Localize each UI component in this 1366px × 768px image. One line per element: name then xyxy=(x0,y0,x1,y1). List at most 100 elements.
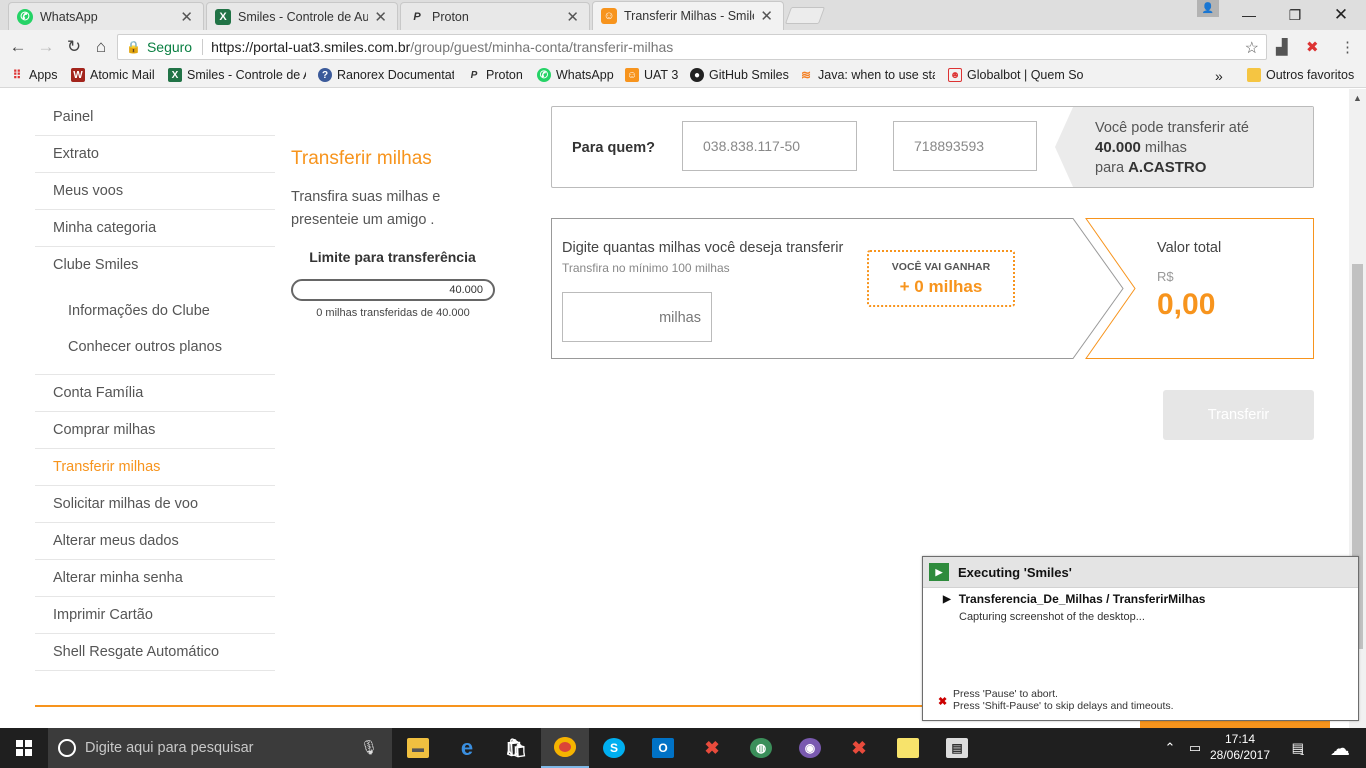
cpf-field[interactable]: 038.838.117-50 xyxy=(682,121,857,171)
sidebar-subitem-informacoes-clube[interactable]: Informações do Clube xyxy=(35,293,275,329)
close-window-button[interactable]: ✕ xyxy=(1318,0,1364,30)
bookmark-label: Proton xyxy=(486,68,523,82)
taskbar-sticky-notes[interactable] xyxy=(884,728,932,768)
scroll-up-icon[interactable]: ▲ xyxy=(1353,93,1362,103)
browser-toolbar: ← → ↻ ⌂ 🔒 Seguro https://portal-uat3.smi… xyxy=(0,30,1366,64)
sidebar-item-clube-smiles[interactable]: Clube Smiles xyxy=(35,247,275,284)
taskbar-file-explorer[interactable]: ▬ xyxy=(394,728,442,768)
tab-title: Proton xyxy=(432,9,469,24)
onedrive-icon[interactable]: ☁ xyxy=(1322,728,1358,768)
bookmark-smiles-controle[interactable]: X Smiles - Controle de A xyxy=(168,68,306,82)
microphone-icon[interactable]: 🎙 xyxy=(360,739,378,756)
clock-date: 28/06/2017 xyxy=(1209,748,1271,762)
sidebar-item-extrato[interactable]: Extrato xyxy=(35,136,275,173)
sidebar-item-meus-voos[interactable]: Meus voos xyxy=(35,173,275,210)
taskbar-skype[interactable]: S xyxy=(590,728,638,768)
bookmark-star-icon[interactable]: ☆ xyxy=(1245,38,1259,58)
profile-icon[interactable]: 👤 xyxy=(1197,0,1219,17)
sidebar-item-comprar-milhas[interactable]: Comprar milhas xyxy=(35,412,275,449)
bookmark-globalbot[interactable]: ☻ Globalbot | Quem Sor xyxy=(948,68,1084,82)
ranorex-icon: ✖ xyxy=(851,737,867,758)
cat-icon: ◉ xyxy=(799,738,821,758)
taskbar-chrome[interactable] xyxy=(541,728,589,768)
ranorex-status: Capturing screenshot of the desktop... xyxy=(959,611,1145,623)
other-bookmarks-folder[interactable]: Outros favoritos xyxy=(1247,68,1354,82)
expand-arrow-icon[interactable]: ▶ xyxy=(943,594,951,605)
limit-progress-bar: 40.000 xyxy=(291,279,495,301)
bookmark-label: Ranorex Documentati xyxy=(337,68,454,82)
amount-card: Digite quantas milhas você deseja transf… xyxy=(551,218,1314,359)
taskbar-clock[interactable]: 17:14 28/06/2017 xyxy=(1208,731,1272,763)
taskbar-outlook[interactable]: O xyxy=(639,728,687,768)
bookmark-atomic-mail[interactable]: W Atomic Mail xyxy=(71,68,155,82)
miles-input[interactable]: milhas xyxy=(562,292,712,342)
bookmark-ranorex[interactable]: ? Ranorex Documentati xyxy=(318,68,454,82)
lock-icon: 🔒 xyxy=(126,40,141,54)
tab-proton[interactable]: P Proton ✕ xyxy=(400,2,590,30)
sidebar-item-painel[interactable]: Painel xyxy=(35,99,275,136)
start-button[interactable] xyxy=(0,728,48,768)
restore-button[interactable]: ❐ xyxy=(1272,0,1318,30)
bookmark-proton[interactable]: P Proton xyxy=(467,68,523,82)
taskbar-edge[interactable]: e xyxy=(443,728,491,768)
taskbar-ranorex-runner[interactable]: ✖ xyxy=(835,728,883,768)
bookmark-github[interactable]: ● GitHub Smiles xyxy=(690,68,789,82)
taskbar-search[interactable]: Digite aqui para pesquisar 🎙 xyxy=(48,728,392,768)
folder-icon xyxy=(1247,68,1261,82)
taskbar-ranorex-studio[interactable]: ✖ xyxy=(688,728,736,768)
bookmark-java[interactable]: ≋ Java: when to use stat xyxy=(799,68,935,82)
signal-icon[interactable]: ▟ xyxy=(1276,38,1288,56)
proton-icon: P xyxy=(413,10,421,23)
ranorex-title: Executing 'Smiles' xyxy=(958,564,1072,580)
tab-smiles-controle[interactable]: X Smiles - Controle de Aut ✕ xyxy=(206,2,398,30)
taskbar-globe-app[interactable]: ◍ xyxy=(737,728,785,768)
sidebar-item-conta-familia[interactable]: Conta Família xyxy=(35,375,275,412)
tab-title: Transferir Milhas - Smiles xyxy=(624,9,755,23)
tray-overflow-icon[interactable]: ⌃ xyxy=(1160,728,1180,768)
tab-transferir-milhas[interactable]: ☺ Transferir Milhas - Smiles ✕ xyxy=(592,1,784,30)
notifications-icon[interactable]: ▤ 1 xyxy=(1284,728,1312,768)
tab-title: Smiles - Controle de Aut xyxy=(238,9,369,24)
close-icon[interactable]: ✕ xyxy=(760,7,773,25)
new-tab-button[interactable] xyxy=(784,7,826,24)
recipient-label: Para quem? xyxy=(572,140,655,156)
miles-suffix: milhas xyxy=(659,310,701,326)
ranorex-hints: Press 'Pause' to abort. Press 'Shift-Pau… xyxy=(953,688,1174,712)
sidebar-item-transferir-milhas[interactable]: Transferir milhas xyxy=(35,449,275,486)
page-description: Transfira suas milhas e presenteie um am… xyxy=(291,189,441,228)
back-icon[interactable]: ← xyxy=(7,36,29,58)
sidebar-item-imprimir-cartao[interactable]: Imprimir Cartão xyxy=(35,597,275,634)
sidebar-item-alterar-dados[interactable]: Alterar meus dados xyxy=(35,523,275,560)
close-icon[interactable]: ✕ xyxy=(180,8,193,26)
reload-icon[interactable]: ↻ xyxy=(63,36,85,58)
more-bookmarks-button[interactable]: » xyxy=(1215,68,1223,84)
notification-count: 1 xyxy=(1299,747,1305,757)
transfer-button[interactable]: Transferir xyxy=(1163,390,1314,440)
bookmark-whatsapp[interactable]: ✆ WhatsApp xyxy=(537,68,614,82)
address-bar[interactable]: 🔒 Seguro https://portal-uat3.smiles.com.… xyxy=(117,34,1267,60)
home-icon[interactable]: ⌂ xyxy=(90,36,112,58)
gain-value: + 0 milhas xyxy=(899,277,983,296)
ranorex-step-label: Transferencia_De_Milhas / TransferirMilh… xyxy=(958,592,1206,606)
network-icon[interactable]: ▭ xyxy=(1184,728,1206,768)
menu-icon[interactable]: ⋮ xyxy=(1340,38,1355,56)
taskbar-window-app[interactable]: ▤ xyxy=(933,728,981,768)
sidebar-item-alterar-senha[interactable]: Alterar minha senha xyxy=(35,560,275,597)
close-icon[interactable]: ✕ xyxy=(374,8,387,26)
extension-icon[interactable]: ✖ xyxy=(1306,38,1319,56)
ranorex-progress-window: ▶ Executing 'Smiles' ▶ Transferencia_De_M… xyxy=(922,556,1359,721)
sidebar-item-minha-categoria[interactable]: Minha categoria xyxy=(35,210,275,247)
minimize-button[interactable]: — xyxy=(1226,0,1272,30)
bookmark-apps[interactable]: ⠿ Apps xyxy=(10,68,58,82)
tab-whatsapp[interactable]: ✆ WhatsApp ✕ xyxy=(8,2,204,30)
sidebar-nav: Painel Extrato Meus voos Minha categoria… xyxy=(35,99,285,671)
close-icon[interactable]: ✕ xyxy=(566,8,579,26)
taskbar-cat-app[interactable]: ◉ xyxy=(786,728,834,768)
sidebar-subitem-outros-planos[interactable]: Conhecer outros planos xyxy=(35,329,275,365)
smiles-number-field[interactable]: 718893593 xyxy=(893,121,1037,171)
sidebar-item-shell-resgate[interactable]: Shell Resgate Automático xyxy=(35,634,275,671)
bookmark-uat3[interactable]: ☺ UAT 3 xyxy=(625,68,678,82)
forward-icon[interactable]: → xyxy=(35,36,57,58)
sidebar-item-solicitar-milhas[interactable]: Solicitar milhas de voo xyxy=(35,486,275,523)
taskbar-store[interactable]: 🛍 xyxy=(492,728,540,768)
